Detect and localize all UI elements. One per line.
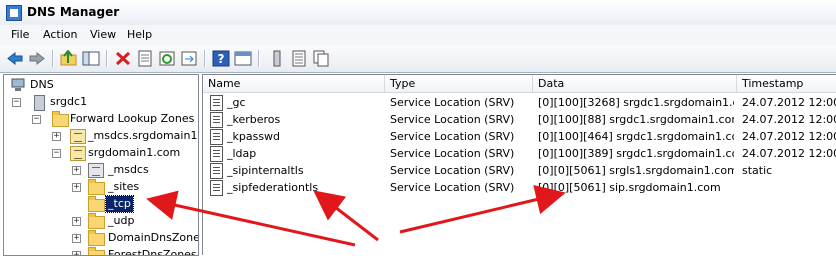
- zone-icon: [88, 163, 104, 178]
- folder-icon: [88, 179, 105, 195]
- cell-type: Service Location (SRV): [390, 147, 515, 160]
- column-header-type[interactable]: Type: [385, 75, 533, 93]
- console-tree: DNS − srgdc1 − Forward Lookup Zones + _m…: [3, 74, 199, 256]
- window-title: DNS Manager: [27, 5, 120, 19]
- copy-icon[interactable]: [312, 50, 330, 67]
- collapse-icon[interactable]: −: [12, 98, 21, 107]
- toolbar: ?: [0, 45, 836, 73]
- folder-icon: [88, 213, 105, 229]
- cell-name: _sipfederationtls: [227, 181, 319, 194]
- expand-icon[interactable]: +: [72, 217, 81, 226]
- tree-node-tcp[interactable]: _tcp: [8, 195, 194, 213]
- cell-timestamp: 24.07.2012 12:00:: [742, 130, 836, 143]
- cell-timestamp: static: [742, 164, 773, 177]
- folder-icon: [88, 196, 105, 212]
- cell-data: [0][0][5061] srgls1.srgdomain1.com.: [538, 164, 734, 177]
- forward-icon[interactable]: [28, 50, 46, 67]
- cell-type: Service Location (SRV): [390, 181, 515, 194]
- srv-record-icon: [210, 112, 223, 128]
- cell-data: [0][100][88] srgdc1.srgdomain1.com.: [538, 113, 734, 126]
- list-icon[interactable]: [290, 50, 308, 67]
- records-list: Name Type Data Timestamp _gc Service Loca…: [202, 74, 836, 255]
- srv-record-icon: [210, 129, 223, 145]
- zone-icon: [70, 129, 86, 144]
- menu-file[interactable]: File: [11, 28, 29, 41]
- dns-manager-app-icon: [6, 5, 22, 21]
- collapse-icon[interactable]: −: [32, 115, 41, 124]
- cell-type: Service Location (SRV): [390, 113, 515, 126]
- back-icon[interactable]: [6, 50, 24, 67]
- cell-type: Service Location (SRV): [390, 130, 515, 143]
- delete-icon[interactable]: [114, 50, 132, 67]
- table-row[interactable]: _kpasswd Service Location (SRV) [0][100][4…: [203, 128, 836, 145]
- expand-icon[interactable]: +: [72, 234, 81, 243]
- tree-node-forestdnszones[interactable]: + ForestDnsZones: [8, 247, 197, 255]
- menu-help[interactable]: Help: [127, 28, 152, 41]
- cell-data: [0][100][389] srgdc1.srgdomain1.com.: [538, 147, 734, 160]
- cell-name: _sipinternaltls: [227, 164, 304, 177]
- cell-name: _gc: [227, 96, 246, 109]
- srv-record-icon: [210, 163, 223, 179]
- tree-node-sites[interactable]: + _sites: [8, 179, 194, 195]
- folder-icon: [52, 111, 69, 127]
- console-icon[interactable]: [234, 50, 252, 67]
- folder-icon: [88, 247, 105, 255]
- show-tree-icon[interactable]: [82, 50, 100, 67]
- cell-name: _kerberos: [227, 113, 281, 126]
- tree-node-srgdomain1[interactable]: − srgdomain1.com: [8, 145, 194, 161]
- cell-data: [0][100][464] srgdc1.srgdomain1.com.: [538, 130, 734, 143]
- server-icon[interactable]: [268, 50, 286, 67]
- tree-node-forward-lookup-zones[interactable]: − Forward Lookup Zones: [8, 111, 194, 127]
- srv-record-icon: [210, 95, 223, 111]
- table-row[interactable]: _ldap Service Location (SRV) [0][100][389]…: [203, 145, 836, 162]
- cell-name: _kpasswd: [227, 130, 281, 143]
- menu-view[interactable]: View: [90, 28, 116, 41]
- tree-node-domaindnszones[interactable]: + DomainDnsZones: [8, 230, 198, 246]
- tree-node-msdcs-zone[interactable]: + _msdcs.srgdomain1.com: [8, 128, 198, 144]
- expand-icon[interactable]: +: [52, 132, 61, 141]
- table-row[interactable]: _gc Service Location (SRV) [0][100][3268] …: [203, 94, 836, 111]
- server-icon: [34, 95, 45, 111]
- refresh-icon[interactable]: [158, 50, 176, 67]
- tree-node-udp[interactable]: + _udp: [8, 213, 194, 229]
- collapse-icon[interactable]: −: [52, 149, 61, 158]
- cell-timestamp: 24.07.2012 12:00:: [742, 113, 836, 126]
- cell-timestamp: 24.07.2012 12:00:: [742, 96, 836, 109]
- expand-icon[interactable]: +: [72, 183, 81, 192]
- column-header-timestamp[interactable]: Timestamp: [737, 75, 836, 93]
- tree-node-dns[interactable]: DNS: [8, 77, 188, 93]
- cell-type: Service Location (SRV): [390, 96, 515, 109]
- menu-bar: File Action View Help: [0, 25, 836, 45]
- cell-timestamp: 24.07.2012 12:00:: [742, 147, 836, 160]
- tree-node-srgdc1[interactable]: − srgdc1: [8, 94, 188, 111]
- help-icon[interactable]: ?: [212, 50, 230, 67]
- svg-text:?: ?: [218, 52, 225, 66]
- export-list-icon[interactable]: [180, 50, 198, 67]
- folder-icon: [88, 230, 105, 246]
- menu-action[interactable]: Action: [43, 28, 77, 41]
- srv-record-icon: [210, 146, 223, 162]
- column-header-data[interactable]: Data: [533, 75, 737, 93]
- dns-icon: [11, 78, 25, 91]
- cell-data: [0][100][3268] srgdc1.srgdomain1.com.: [538, 96, 734, 109]
- zone-icon: [70, 146, 86, 161]
- table-row[interactable]: _sipfederationtls Service Location (SRV) […: [203, 179, 836, 196]
- column-header-name[interactable]: Name: [203, 75, 385, 93]
- properties-icon[interactable]: [136, 50, 154, 67]
- cell-data: [0][0][5061] sip.srgdomain1.com: [538, 181, 721, 194]
- expand-icon[interactable]: +: [72, 166, 81, 175]
- title-bar: DNS Manager: [0, 0, 836, 26]
- up-folder-icon[interactable]: [60, 50, 78, 67]
- cell-type: Service Location (SRV): [390, 164, 515, 177]
- cell-name: _ldap: [227, 147, 257, 160]
- srv-record-icon: [210, 180, 223, 196]
- table-row[interactable]: _sipinternaltls Service Location (SRV) [0]…: [203, 162, 836, 179]
- table-row[interactable]: _kerberos Service Location (SRV) [0][100][…: [203, 111, 836, 128]
- tree-node-msdcs[interactable]: + _msdcs: [8, 162, 194, 178]
